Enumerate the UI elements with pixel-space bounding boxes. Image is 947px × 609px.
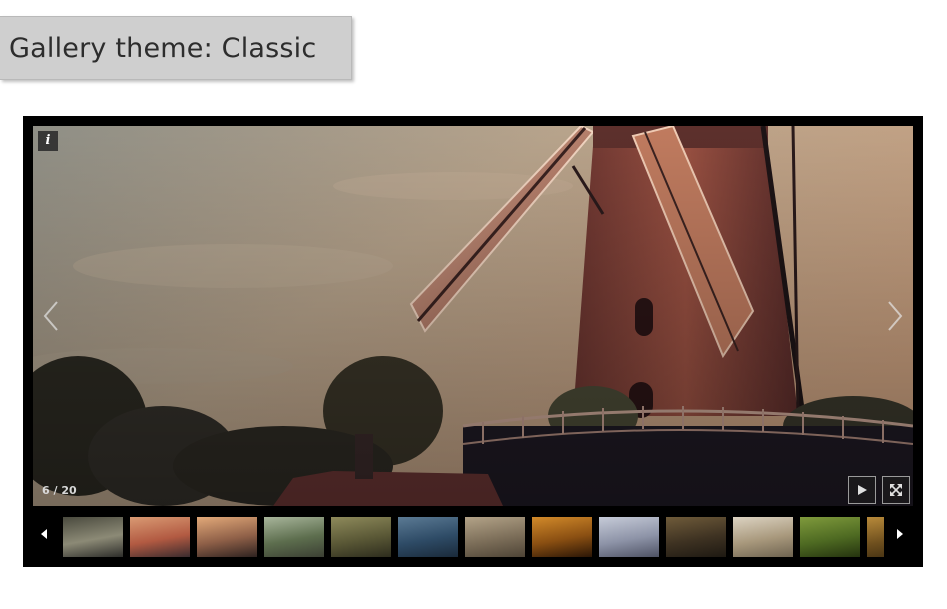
caret-left-icon (41, 528, 47, 539)
thumb-statue[interactable] (733, 517, 793, 557)
thumb-bridge[interactable] (599, 517, 659, 557)
thumb-ruins[interactable] (465, 517, 525, 557)
prev-image-button[interactable] (39, 298, 63, 334)
chevron-left-icon (43, 301, 58, 331)
thumb-foliage[interactable] (800, 517, 860, 557)
fullscreen-button[interactable] (882, 476, 910, 504)
thumb-dune[interactable] (666, 517, 726, 557)
next-image-button[interactable] (883, 298, 907, 334)
gallery-theme-label: Gallery theme: Classic (0, 16, 352, 80)
thumb-sunset-tree[interactable] (197, 517, 257, 557)
thumb-street[interactable] (63, 517, 123, 557)
image-counter: 6 / 20 (42, 484, 77, 497)
thumbnails-next-button[interactable] (883, 511, 917, 556)
thumb-windmill[interactable] (130, 517, 190, 557)
gallery-container: i 6 / 20 (23, 116, 923, 567)
thumb-fog-orange[interactable] (532, 517, 592, 557)
info-button[interactable]: i (38, 131, 58, 151)
fullscreen-icon (890, 484, 902, 496)
thumb-birds[interactable] (398, 517, 458, 557)
main-image-windmill (33, 126, 913, 506)
thumbnail-list (63, 517, 884, 557)
caret-right-icon (897, 528, 903, 539)
thumbnails-prev-button[interactable] (27, 511, 61, 556)
thumb-shore[interactable] (264, 517, 324, 557)
chevron-right-icon (888, 301, 903, 331)
thumb-partial[interactable] (867, 517, 884, 557)
play-icon (858, 485, 867, 495)
thumbnail-strip (23, 511, 923, 567)
main-image-stage[interactable]: i 6 / 20 (33, 126, 913, 506)
thumb-field-car[interactable] (331, 517, 391, 557)
play-button[interactable] (848, 476, 876, 504)
